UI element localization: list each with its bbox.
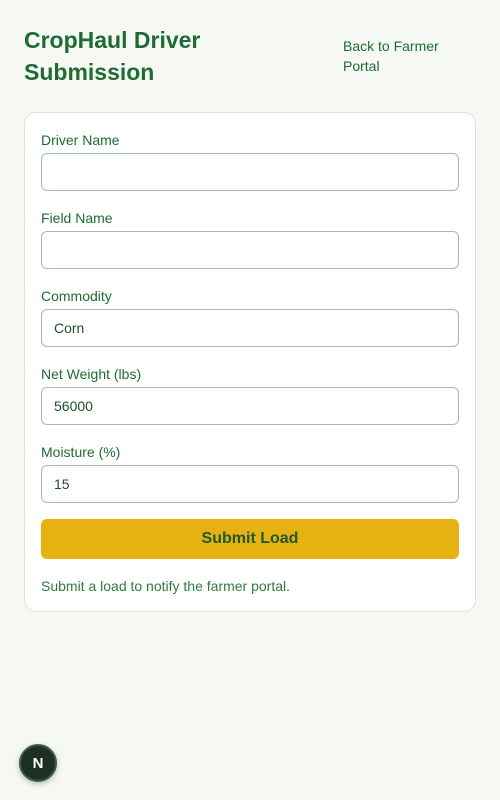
load-submission-form: Driver Name Field Name Commodity Net Wei… [24,112,476,612]
field-name-input[interactable] [41,231,459,269]
page-header: CropHaul Driver Submission Back to Farme… [24,24,476,94]
driver-name-label: Driver Name [41,132,120,148]
field-name-label: Field Name [41,210,113,226]
net-weight-input[interactable] [41,387,459,425]
moisture-label: Moisture (%) [41,444,121,460]
status-message: Submit a load to notify the farmer porta… [41,578,291,594]
n-logo-icon[interactable]: N [19,744,57,782]
driver-name-input[interactable] [41,153,459,191]
submit-load-button[interactable]: Submit Load [41,519,459,559]
page-title: CropHaul Driver Submission [24,27,201,85]
net-weight-label: Net Weight (lbs) [41,366,142,382]
commodity-label: Commodity [41,288,112,304]
back-to-farmer-portal-link[interactable]: Back to Farmer Portal [343,36,463,76]
commodity-input[interactable] [41,309,459,347]
moisture-input[interactable] [41,465,459,503]
